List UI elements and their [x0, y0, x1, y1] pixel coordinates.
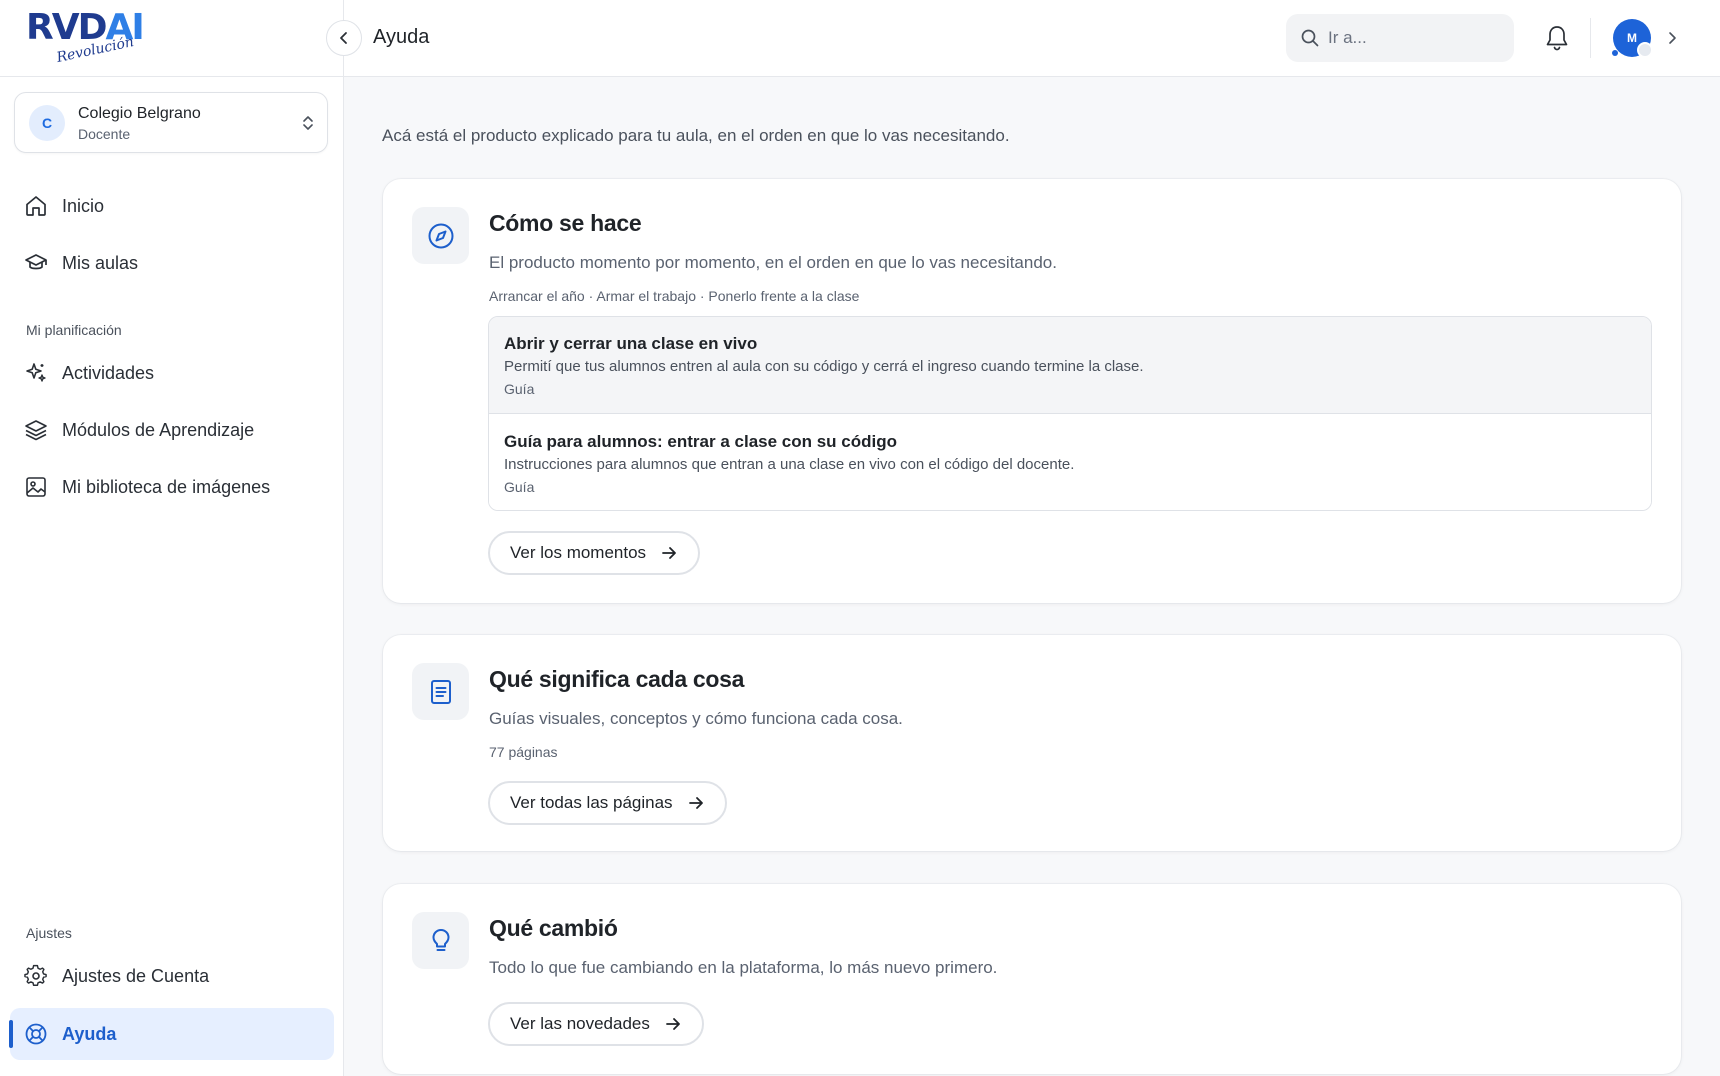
card-subtitle: El producto momento por momento, en el o…	[489, 253, 1057, 272]
sidebar-item-ayuda[interactable]: Ayuda	[9, 1008, 334, 1060]
card-title: Qué cambió	[489, 915, 618, 941]
guide-description: Instrucciones para alumnos que entran a …	[504, 456, 1075, 473]
logo-area: RVDAI Revolución	[0, 0, 343, 77]
sidebar-item-mis-aulas[interactable]: Mis aulas	[10, 237, 334, 289]
school-selector[interactable]: C Colegio Belgrano Docente	[14, 92, 328, 153]
sidebar-item-label: Módulos de Aprendizaje	[62, 419, 255, 440]
sidebar-item-label: Ajustes de Cuenta	[62, 965, 210, 986]
collapse-sidebar-button[interactable]	[326, 20, 362, 56]
list-item[interactable]: Abrir y cerrar una clase en vivo Permití…	[489, 317, 1651, 414]
ver-momentos-button[interactable]: Ver los momentos	[488, 531, 701, 575]
list-item[interactable]: Guía para alumnos: entrar a clase con su…	[489, 415, 1651, 510]
bell-icon[interactable]	[1544, 24, 1570, 52]
chevron-left-icon	[340, 32, 347, 44]
compass-icon	[412, 207, 469, 264]
card-que-cambio: Qué cambió Todo lo que fue cambiando en …	[383, 884, 1681, 1074]
search-box[interactable]	[1286, 14, 1514, 62]
ver-novedades-button[interactable]: Ver las novedades	[488, 1002, 704, 1046]
sidebar-item-label: Inicio	[62, 195, 105, 216]
sidebar-item-label: Mis aulas	[62, 252, 139, 273]
sidebar-item-label: Actividades	[62, 362, 155, 383]
search-icon	[1300, 28, 1320, 48]
sidebar-item-inicio[interactable]: Inicio	[10, 180, 334, 232]
school-role: Docente	[78, 126, 131, 142]
card-title: Cómo se hace	[489, 210, 642, 236]
image-icon	[24, 475, 48, 499]
online-status-dot	[1612, 50, 1618, 56]
arrow-right-icon	[688, 797, 703, 809]
brand-logo[interactable]: RVDAI Revolución	[26, 6, 145, 72]
button-label: Ver los momentos	[510, 543, 647, 562]
guide-title: Abrir y cerrar una clase en vivo	[504, 334, 758, 353]
arrow-right-icon	[665, 1018, 680, 1030]
guide-type: Guía	[504, 479, 535, 495]
layers-icon	[24, 418, 48, 442]
topbar-divider	[1590, 18, 1591, 58]
button-label: Ver todas las páginas	[510, 793, 673, 812]
chevron-up-down-icon	[303, 116, 313, 130]
sidebar: RVDAI Revolución C Colegio Belgrano Doce…	[0, 0, 344, 1076]
card-subtitle: Guías visuales, conceptos y cómo funcion…	[489, 709, 903, 728]
arrow-right-icon	[662, 547, 676, 559]
card-meta: Arrancar el año · Armar el trabajo · Pon…	[489, 288, 860, 304]
intro-text: Acá está el producto explicado para tu a…	[382, 126, 1010, 145]
card-meta: 77 páginas	[489, 744, 558, 760]
sidebar-item-label: Ayuda	[62, 1023, 117, 1044]
home-icon	[24, 194, 48, 218]
sidebar-item-actividades[interactable]: Actividades	[10, 347, 334, 399]
topbar: Ayuda M	[326, 0, 1720, 77]
sidebar-item-label: Mi biblioteca de imágenes	[62, 476, 271, 497]
chevron-right-icon[interactable]	[1666, 30, 1678, 46]
guide-title: Guía para alumnos: entrar a clase con su…	[504, 432, 898, 451]
ver-paginas-button[interactable]: Ver todas las páginas	[488, 781, 727, 825]
sidebar-item-biblioteca[interactable]: Mi biblioteca de imágenes	[10, 461, 334, 513]
school-avatar: C	[29, 105, 65, 141]
card-que-significa: Qué significa cada cosa Guías visuales, …	[383, 635, 1681, 851]
search-input[interactable]	[1328, 28, 1498, 48]
card-como-se-hace: Cómo se hace El producto momento por mom…	[383, 179, 1681, 603]
user-badge-icon	[1637, 42, 1653, 58]
card-title: Qué significa cada cosa	[489, 666, 745, 692]
book-icon	[412, 663, 469, 720]
guide-description: Permití que tus alumnos entren al aula c…	[504, 358, 1144, 375]
lifebuoy-icon	[24, 1022, 48, 1046]
school-name: Colegio Belgrano	[78, 105, 201, 122]
section-label-ajustes: Ajustes	[26, 925, 72, 941]
lightbulb-icon	[412, 912, 469, 969]
guide-list: Abrir y cerrar una clase en vivo Permití…	[488, 316, 1652, 511]
graduation-cap-icon	[24, 251, 48, 275]
sidebar-item-modulos[interactable]: Módulos de Aprendizaje	[10, 404, 334, 456]
button-label: Ver las novedades	[510, 1014, 650, 1033]
guide-type: Guía	[504, 381, 535, 397]
page-title: Ayuda	[373, 26, 430, 48]
card-subtitle: Todo lo que fue cambiando en la platafor…	[489, 958, 998, 977]
section-label-planificacion: Mi planificación	[26, 322, 122, 338]
sparkles-icon	[24, 361, 48, 385]
sidebar-item-ajustes-cuenta[interactable]: Ajustes de Cuenta	[10, 950, 334, 1002]
gear-icon	[24, 964, 48, 988]
